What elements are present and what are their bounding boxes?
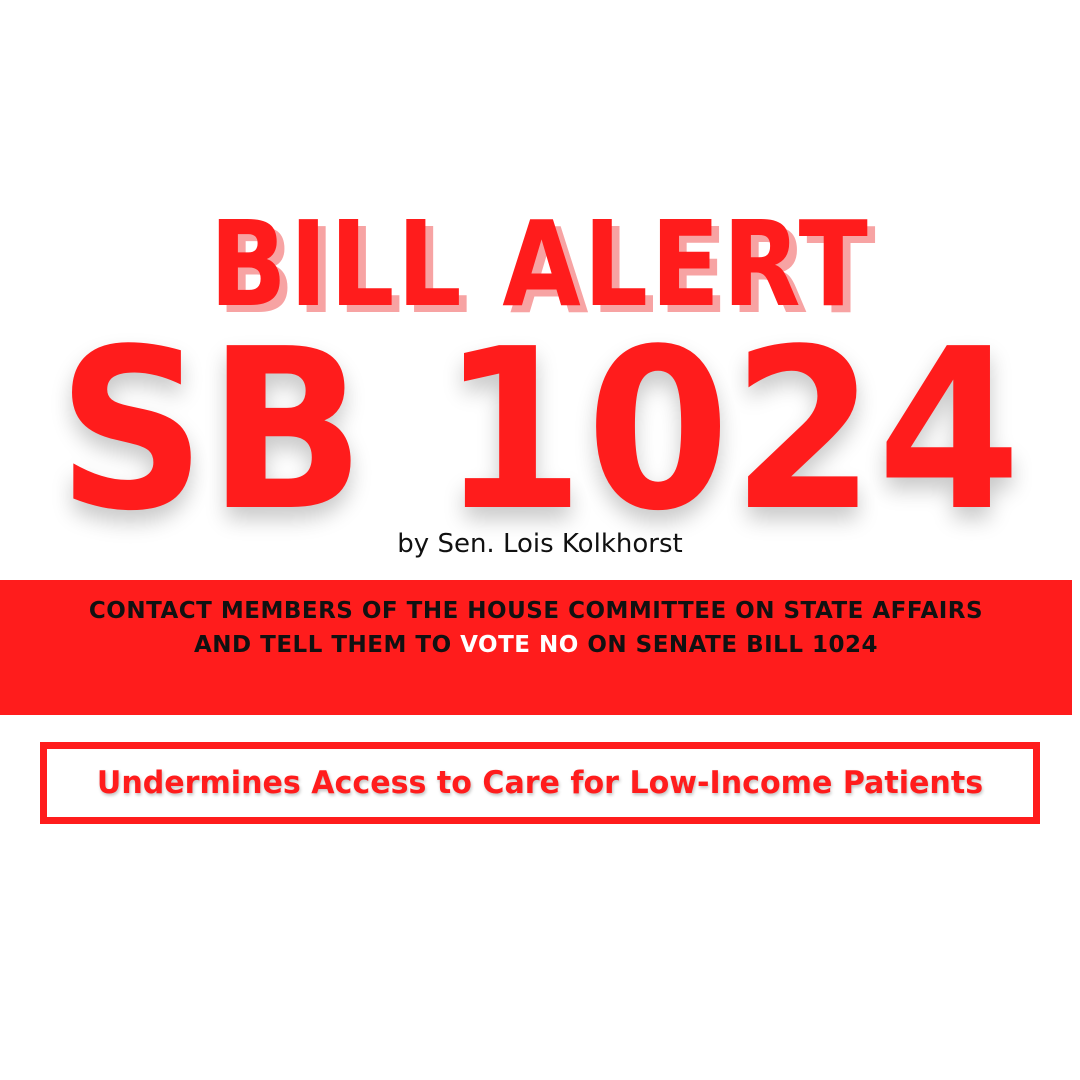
call-to-action-line-1: CONTACT MEMBERS OF THE HOUSE COMMITTEE O…: [88, 598, 984, 624]
call-to-action-suffix: ON SENATE BILL 1024: [578, 632, 879, 658]
call-to-action-text: CONTACT MEMBERS OF THE HOUSE COMMITTEE O…: [0, 594, 1072, 662]
bill-number-title: SB 1024: [57, 302, 1023, 560]
call-to-action-prefix: AND TELL THEM TO: [193, 632, 461, 658]
call-to-action-banner: CONTACT MEMBERS OF THE HOUSE COMMITTEE O…: [0, 580, 1072, 715]
impact-statement-box: Undermines Access to Care for Low-Income…: [40, 742, 1040, 824]
vote-no-emphasis: VOTE NO: [460, 632, 579, 658]
bill-alert-graphic: BILL ALERT SB 1024 by Sen. Lois Kolkhors…: [0, 0, 1080, 1080]
call-to-action-line-2: AND TELL THEM TO VOTE NO ON SENATE BILL …: [0, 628, 1072, 662]
author-byline: by Sen. Lois Kolkhorst: [397, 529, 683, 559]
impact-statement-text: Undermines Access to Care for Low-Income…: [96, 765, 984, 801]
